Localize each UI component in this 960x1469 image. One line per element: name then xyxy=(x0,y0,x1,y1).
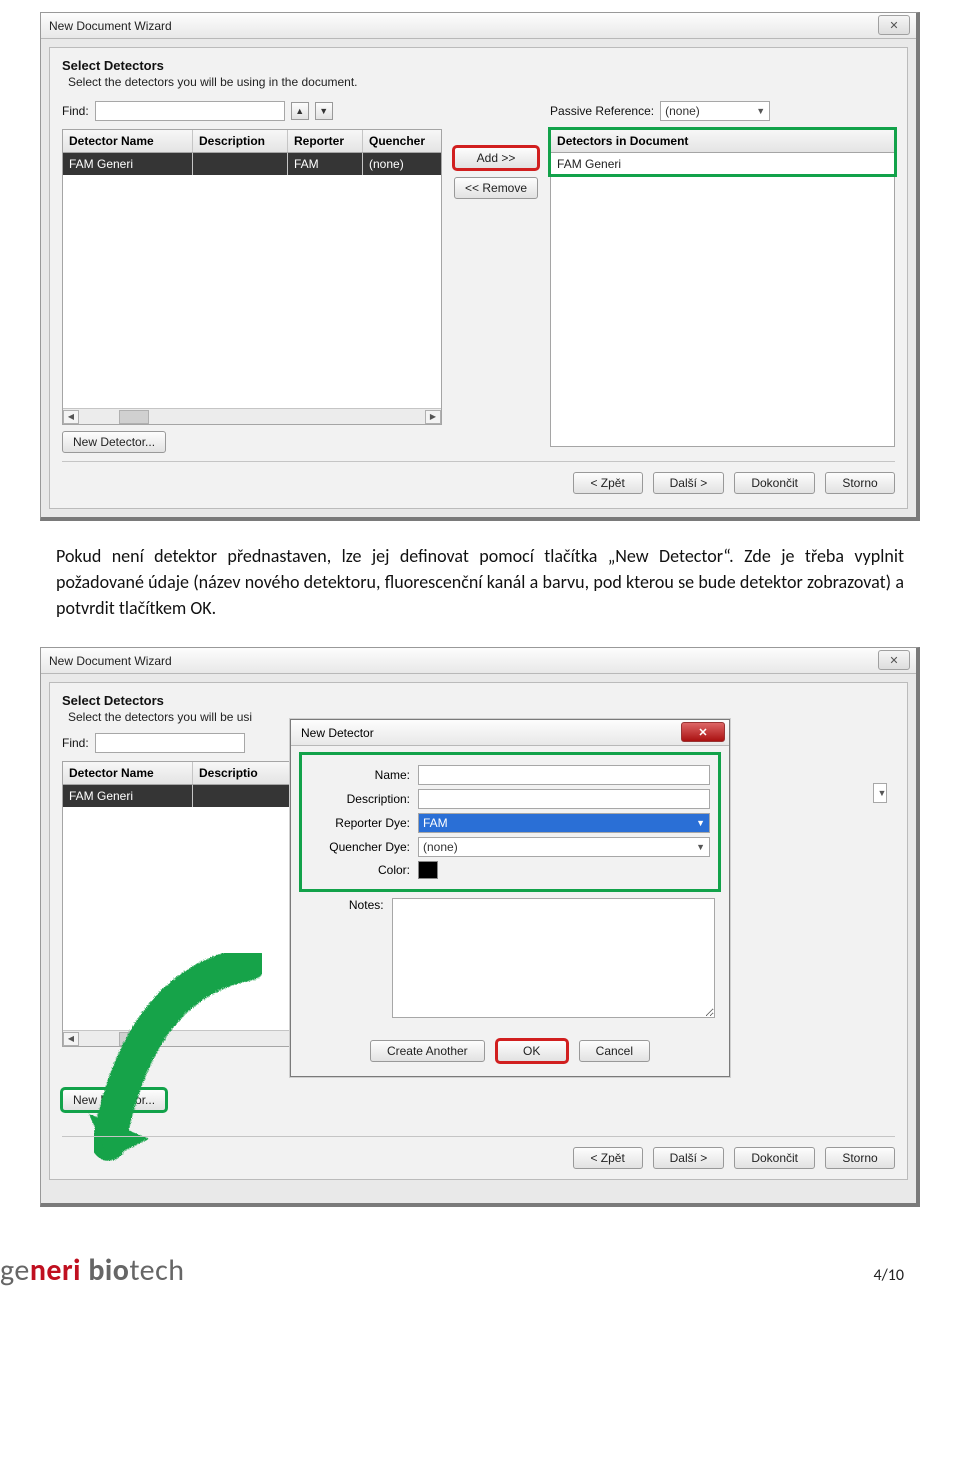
new-detector-dialog: New Detector ✕ Name: Description: xyxy=(290,719,730,1077)
find-label: Find: xyxy=(62,736,89,750)
close-icon[interactable]: ✕ xyxy=(878,15,910,35)
col-description[interactable]: Description xyxy=(193,130,288,152)
quencher-dye-label: Quencher Dye: xyxy=(310,840,410,854)
finish-button[interactable]: Dokončit xyxy=(734,1147,815,1169)
chevron-down-icon: ▼ xyxy=(756,106,765,116)
color-swatch[interactable] xyxy=(418,861,438,879)
wizard-footer: < Zpět Další > Dokončit Storno xyxy=(62,461,895,494)
window-title: New Document Wizard xyxy=(49,654,172,668)
doc-listbox[interactable] xyxy=(550,175,895,447)
scroll-track[interactable] xyxy=(79,410,425,424)
instruction-paragraph: Pokud není detektor přednastaven, lze je… xyxy=(56,543,904,621)
available-listbox[interactable]: ◀ ▶ xyxy=(62,807,322,1047)
chevron-down-icon: ▼ xyxy=(696,818,705,828)
available-row-selected[interactable]: FAM Generi FAM (none) xyxy=(62,153,442,175)
reporter-dye-label: Reporter Dye: xyxy=(310,816,410,830)
back-button[interactable]: < Zpět xyxy=(573,1147,643,1169)
section-title: Select Detectors xyxy=(62,693,895,708)
find-label: Find: xyxy=(62,104,89,118)
ok-button[interactable]: OK xyxy=(497,1040,567,1062)
add-button[interactable]: Add >> xyxy=(454,147,538,169)
close-icon[interactable]: ✕ xyxy=(878,650,910,670)
next-button[interactable]: Další > xyxy=(653,1147,725,1169)
next-button[interactable]: Další > xyxy=(653,472,725,494)
scroll-left-icon[interactable]: ◀ xyxy=(63,410,79,424)
scroll-thumb[interactable] xyxy=(119,1032,149,1046)
scroll-thumb[interactable] xyxy=(119,410,149,424)
reporter-dye-dropdown[interactable]: FAM ▼ xyxy=(418,813,710,833)
finish-button[interactable]: Dokončit xyxy=(734,472,815,494)
cancel-button[interactable]: Storno xyxy=(825,1147,895,1169)
quencher-dye-dropdown[interactable]: (none) ▼ xyxy=(418,837,710,857)
cancel-button[interactable]: Storno xyxy=(825,472,895,494)
window-title: New Document Wizard xyxy=(49,19,172,33)
page-number: 4/10 xyxy=(873,1266,904,1285)
screenshot-2: New Document Wizard ✕ Select Detectors S… xyxy=(40,647,920,1207)
quencher-dye-value: (none) xyxy=(423,840,458,854)
notes-label: Notes: xyxy=(305,898,384,912)
reporter-dye-value: FAM xyxy=(423,816,448,830)
passive-ref-label: Passive Reference: xyxy=(550,104,654,118)
find-prev-icon[interactable]: ▲ xyxy=(291,102,309,120)
h-scrollbar[interactable]: ◀ ▶ xyxy=(63,408,441,424)
back-button[interactable]: < Zpět xyxy=(573,472,643,494)
brand-logo: generi biotech xyxy=(0,1252,185,1289)
cell-name: FAM Generi xyxy=(63,153,193,175)
new-detector-button[interactable]: New Detector... xyxy=(62,1089,166,1111)
cell-name: FAM Generi xyxy=(63,785,193,807)
create-another-button[interactable]: Create Another xyxy=(370,1040,485,1062)
new-detector-button[interactable]: New Detector... xyxy=(62,431,166,453)
passive-ref-dropdown[interactable]: (none) ▼ xyxy=(660,101,770,121)
description-label: Description: xyxy=(310,792,410,806)
cell-quencher: (none) xyxy=(363,153,441,175)
name-input[interactable] xyxy=(418,765,710,785)
doc-row[interactable]: FAM Generi xyxy=(551,153,894,175)
section-title: Select Detectors xyxy=(62,58,895,73)
find-next-icon[interactable]: ▼ xyxy=(315,102,333,120)
bg-dropdown-caret[interactable]: ▼ xyxy=(873,783,887,803)
available-row-selected[interactable]: FAM Generi xyxy=(62,785,322,807)
chevron-down-icon: ▼ xyxy=(696,842,705,852)
highlighted-fields: Name: Description: Reporter Dye: FAM ▼ xyxy=(299,752,721,892)
passive-ref-value: (none) xyxy=(665,104,700,118)
wizard-footer: < Zpět Další > Dokončit Storno xyxy=(62,1136,895,1169)
col-quencher[interactable]: Quencher xyxy=(363,130,441,152)
dialog-titlebar: New Detector ✕ xyxy=(291,720,729,746)
scroll-track[interactable] xyxy=(79,1032,305,1046)
notes-textarea[interactable] xyxy=(392,898,715,1018)
available-list-header: Detector Name Description Reporter Quenc… xyxy=(62,129,442,153)
screenshot-1: New Document Wizard ✕ Select Detectors S… xyxy=(40,12,920,521)
find-input[interactable] xyxy=(95,733,245,753)
h-scrollbar[interactable]: ◀ ▶ xyxy=(63,1030,321,1046)
col-detector-name[interactable]: Detector Name xyxy=(63,762,193,784)
cell-desc xyxy=(193,153,288,175)
dialog-close-icon[interactable]: ✕ xyxy=(681,722,725,742)
scroll-right-icon[interactable]: ▶ xyxy=(425,410,441,424)
titlebar: New Document Wizard ✕ xyxy=(41,13,916,39)
dialog-footer: Create Another OK Cancel xyxy=(291,1032,729,1076)
description-input[interactable] xyxy=(418,789,710,809)
col-detector-name[interactable]: Detector Name xyxy=(63,130,193,152)
name-label: Name: xyxy=(310,768,410,782)
col-reporter[interactable]: Reporter xyxy=(288,130,363,152)
cell-reporter: FAM xyxy=(288,153,363,175)
color-label: Color: xyxy=(310,863,410,877)
wizard-panel: Select Detectors Select the detectors yo… xyxy=(49,47,908,509)
remove-button[interactable]: << Remove xyxy=(454,177,538,199)
section-subtitle: Select the detectors you will be using i… xyxy=(68,75,895,89)
titlebar: New Document Wizard ✕ xyxy=(41,648,916,674)
dialog-title: New Detector xyxy=(301,726,374,740)
doc-list-header: Detectors in Document xyxy=(551,130,894,152)
dialog-cancel-button[interactable]: Cancel xyxy=(579,1040,650,1062)
scroll-left-icon[interactable]: ◀ xyxy=(63,1032,79,1046)
find-input[interactable] xyxy=(95,101,285,121)
available-listbox[interactable]: ◀ ▶ xyxy=(62,175,442,425)
